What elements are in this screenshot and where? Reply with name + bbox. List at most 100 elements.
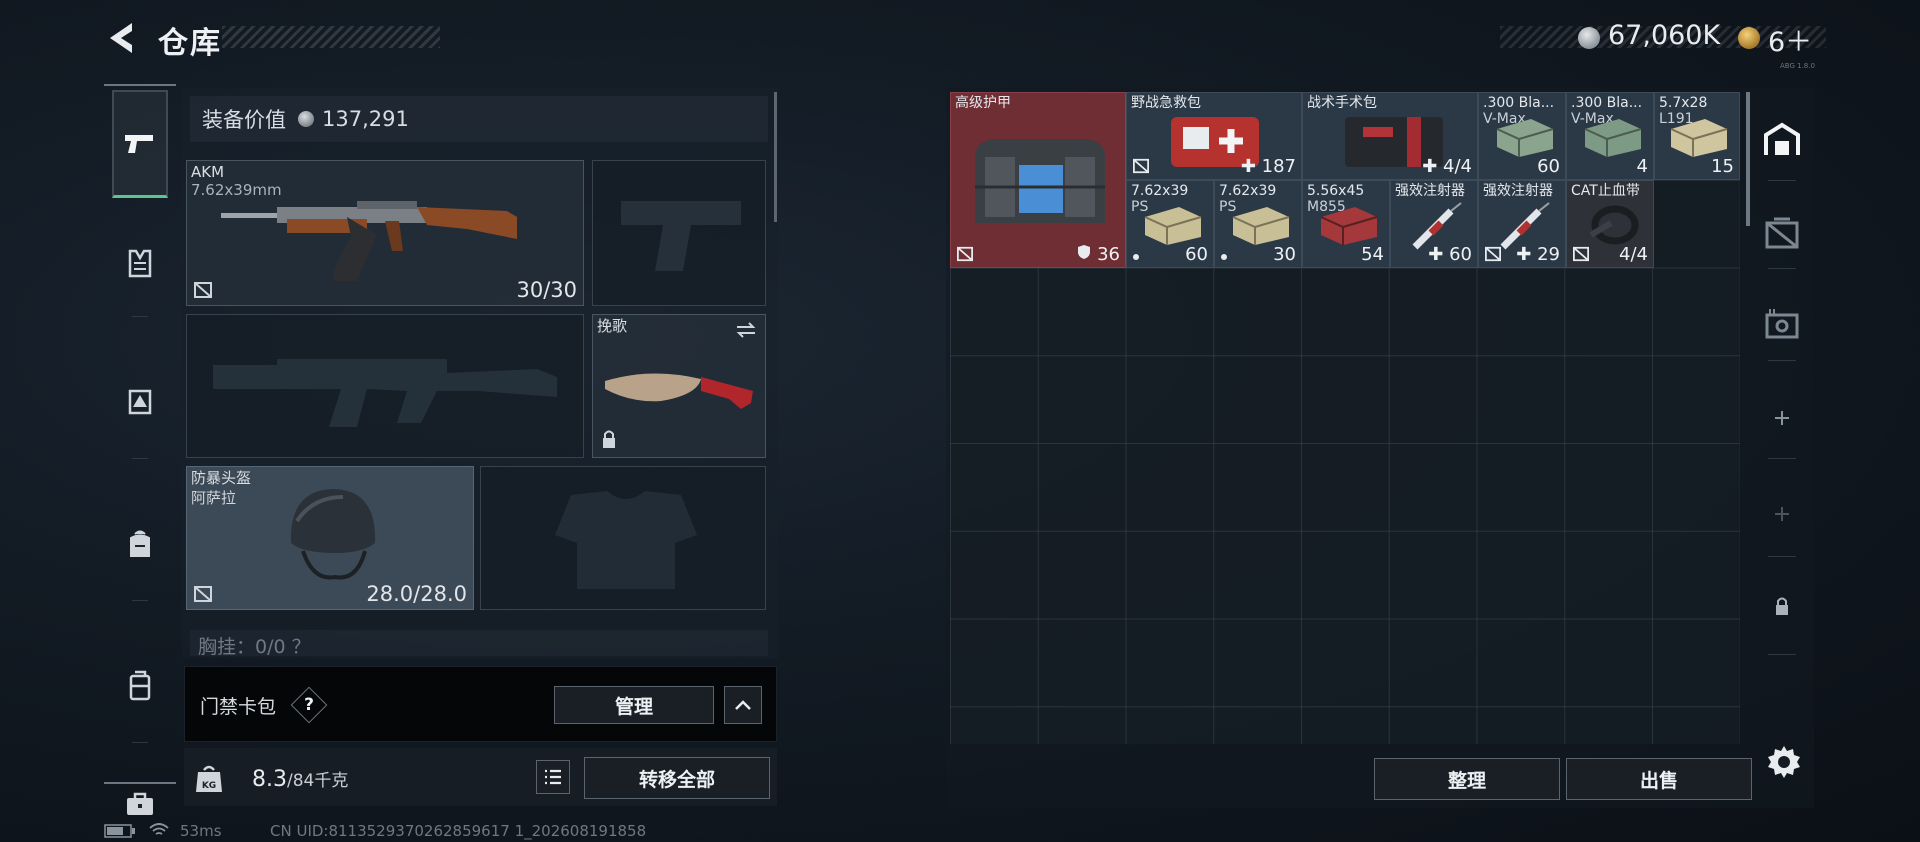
back-arrow-icon[interactable] [104, 20, 138, 56]
storage-grid[interactable]: 高级护甲 36 野战急救包 ✚ 187 战术手术包 ✚ 4/4 .300 Bla… [950, 92, 1740, 744]
helmet-slot[interactable]: 防暴头盔 阿萨拉 28.0/28.0 [186, 466, 474, 610]
item-count: 36 [1077, 244, 1120, 265]
storage-scrollbar[interactable] [1746, 92, 1750, 226]
equipment-scrollbar[interactable] [774, 92, 777, 222]
svg-text:KG: KG [202, 781, 216, 791]
storage-item[interactable]: CAT止血带 4/4 [1566, 180, 1654, 268]
item-count: 4/4 [1619, 244, 1648, 265]
item-count: ✚ 60 [1428, 244, 1472, 265]
gold-coin-icon [1738, 27, 1760, 49]
list-view-button[interactable] [536, 760, 570, 794]
plus-icon [1775, 507, 1789, 521]
melee-slot[interactable]: 挽歌 [592, 314, 766, 458]
item-count: ✚ 29 [1516, 244, 1560, 265]
weight-max: /84千克 [287, 771, 349, 791]
storage-item[interactable]: 强效注射器 ✚ 60 [1390, 180, 1478, 268]
chest-rig-icon [128, 389, 152, 415]
tab-weapons[interactable] [112, 90, 168, 198]
machete-icon [605, 373, 753, 409]
bullet-dot-icon [1221, 254, 1227, 260]
crate-icon [1765, 217, 1799, 249]
tab-chest-rig[interactable] [112, 348, 168, 456]
chest-rig-label[interactable]: 胸挂：0/0 ？ [190, 630, 768, 658]
storage-tab-2[interactable] [1756, 206, 1808, 262]
weight-readout: 8.3/84千克 [252, 766, 348, 792]
tab-backpack[interactable] [112, 490, 168, 598]
locked-storage-tab[interactable] [1756, 578, 1808, 634]
body-armor-slot[interactable] [480, 466, 766, 610]
item-count: 54 [1361, 244, 1384, 265]
add-storage-tab[interactable] [1756, 390, 1808, 446]
storage-tab-main[interactable] [1756, 112, 1808, 168]
silver-coin-icon [1578, 27, 1600, 49]
item-count: 60 [1185, 244, 1208, 265]
uid-text: CN UID:8113529370262859617 1_20260819185… [270, 822, 647, 840]
list-icon [545, 769, 561, 785]
storage-item[interactable]: 7.62x39 PS 60 [1126, 180, 1214, 268]
item-count: 30 [1273, 244, 1296, 265]
equipment-value-label: 装备价值 [202, 108, 286, 132]
storage-item[interactable]: 高级护甲 36 [950, 92, 1126, 268]
storage-item[interactable]: 5.7x28 L191 15 [1654, 92, 1740, 180]
page-title: 仓库 [158, 26, 222, 61]
storage-tab-3[interactable] [1756, 296, 1808, 352]
no-durability-icon [1573, 246, 1589, 262]
gear-icon[interactable] [1764, 742, 1804, 782]
armor-silhouette-icon [555, 491, 697, 589]
title-decoration [222, 26, 440, 48]
storage-item[interactable]: 7.62x39 PS 30 [1214, 180, 1302, 268]
gold-currency-amount[interactable]: 6＋ [1768, 20, 1812, 59]
category-rail [104, 84, 176, 815]
secondary-primary-slot[interactable] [186, 314, 584, 458]
ammo-box-icon [1496, 119, 1554, 157]
chevron-up-icon [735, 700, 751, 710]
weapon-ammo-count: 30/30 [516, 278, 577, 302]
transfer-all-button[interactable]: 转移全部 [584, 757, 770, 799]
pouch-icon [129, 670, 151, 701]
pistol-icon [125, 134, 153, 153]
storage-item[interactable]: 强效注射器 ✚ 29 [1478, 180, 1566, 268]
sell-button[interactable]: 出售 [1566, 758, 1752, 800]
ammo-box-icon [1670, 119, 1728, 157]
item-count: ✚ 4/4 [1422, 156, 1472, 177]
keycard-manage-button[interactable]: 管理 [554, 686, 714, 724]
ping-text: 53ms [180, 822, 222, 840]
item-count: 60 [1537, 156, 1560, 177]
melee-name: 挽歌 [597, 317, 628, 335]
item-count: ✚ 187 [1240, 156, 1296, 177]
add-storage-tab-disabled[interactable] [1756, 486, 1808, 542]
helmet-name: 防暴头盔 [191, 469, 252, 487]
rail-bottom-line [104, 782, 176, 784]
ammo-box-icon [1584, 119, 1642, 157]
swap-icon[interactable] [735, 321, 757, 339]
armor-bag-icon [975, 139, 1105, 223]
silver-currency-amount[interactable]: 67,060K [1608, 20, 1720, 51]
weight-icon: KG [196, 765, 222, 792]
plus-icon [1775, 411, 1789, 425]
tab-armor[interactable] [112, 210, 168, 318]
value-coin-icon [298, 111, 314, 127]
keycard-label: 门禁卡包 [200, 696, 277, 718]
sort-button[interactable]: 整理 [1374, 758, 1560, 800]
weight-current: 8.3 [252, 767, 287, 792]
no-durability-icon [957, 246, 973, 262]
pistol-silhouette-icon [621, 201, 741, 271]
tab-pouch[interactable] [112, 632, 168, 740]
helmet-durability: 28.0/28.0 [366, 582, 467, 606]
storage-item[interactable]: .300 Bla... V-Max 60 [1478, 92, 1566, 180]
storage-item[interactable]: 野战急救包 ✚ 187 [1126, 92, 1302, 180]
container-icon [1765, 309, 1799, 339]
primary-weapon-slot[interactable]: AKM 7.62x39mm 30/30 [186, 160, 584, 306]
help-icon[interactable]: ? [296, 692, 322, 718]
storage-item[interactable]: 5.56x45 M855 54 [1302, 180, 1390, 268]
storage-item[interactable]: .300 Bla... V-Max 4 [1566, 92, 1654, 180]
storage-item[interactable]: 战术手术包 ✚ 4/4 [1302, 92, 1478, 180]
briefcase-icon [127, 792, 153, 815]
keycard-expand-button[interactable] [724, 686, 762, 724]
lock-icon [603, 430, 615, 448]
secondary-weapon-slot[interactable] [592, 160, 766, 306]
rifle-silhouette-icon [213, 359, 557, 427]
no-durability-icon [1485, 246, 1501, 262]
equipment-value-bar: 装备价值 137,291 [190, 96, 768, 142]
backpack-icon [130, 530, 150, 557]
